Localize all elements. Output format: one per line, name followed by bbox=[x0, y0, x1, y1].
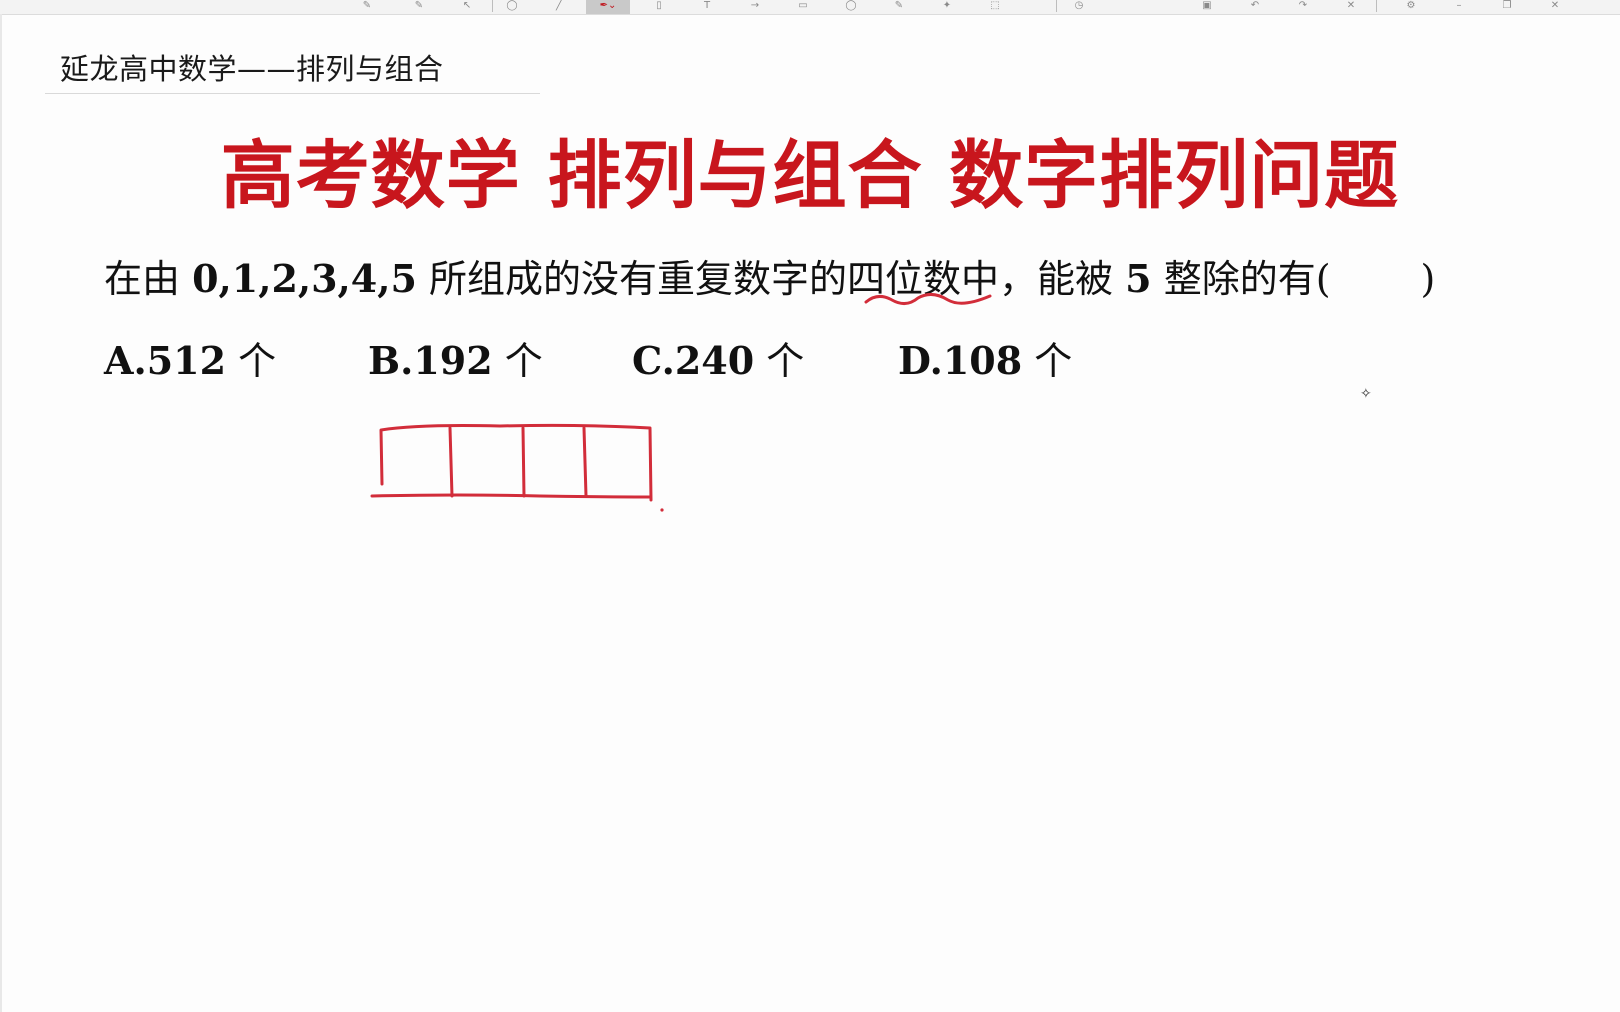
underline-squiggle bbox=[864, 293, 992, 305]
digit-box-outline bbox=[379, 423, 653, 502]
digit-box-baseline bbox=[370, 493, 652, 499]
digit-box-divider-3 bbox=[582, 426, 588, 498]
cursor-sparkle-icon: ✧ bbox=[1360, 386, 1372, 402]
digit-box-divider-2 bbox=[521, 426, 526, 498]
handwritten-annotations bbox=[370, 293, 992, 512]
ink-dot bbox=[660, 508, 664, 512]
digit-box-divider-1 bbox=[448, 426, 454, 498]
